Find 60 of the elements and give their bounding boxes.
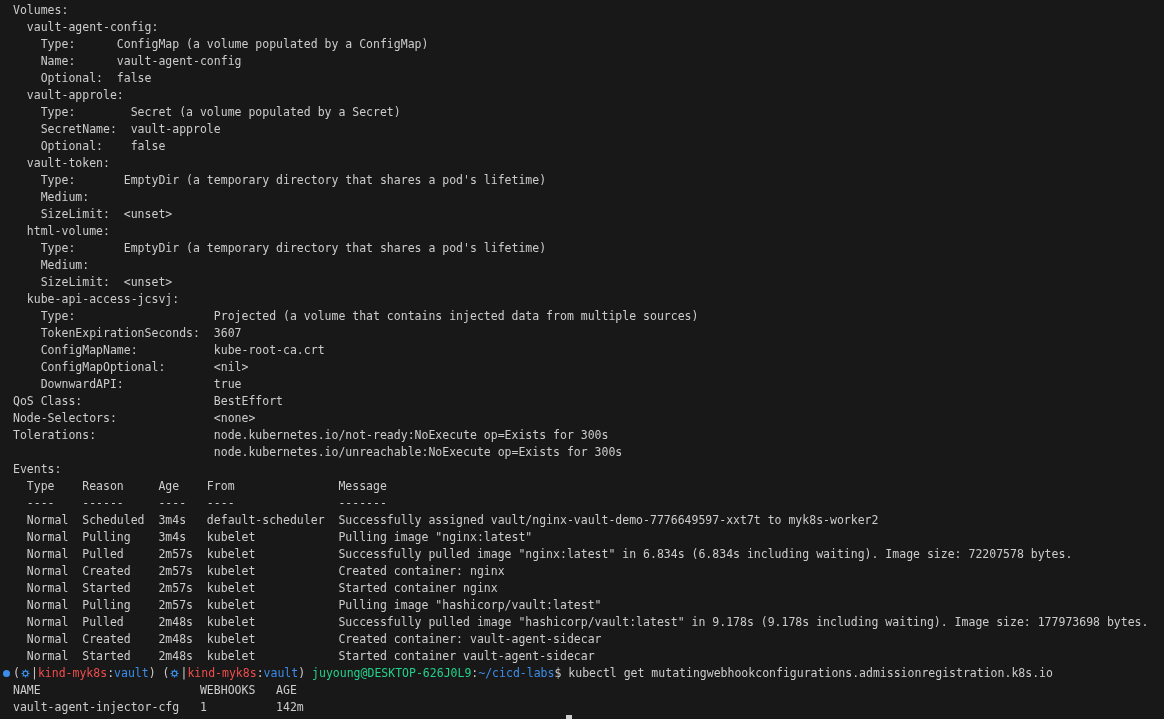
output-line: NAME WEBHOOKS AGE [13,682,298,699]
prompt-text: : [471,666,479,680]
output-line: vault-agent-config: [25,19,160,36]
output-line: Normal Pulling 2m57s kubelet Pulling image "hashicorp/vault:latest" [25,597,603,614]
prompt-text: vault [114,666,149,680]
output-line: Normal Started 2m57s kubelet Started container nginx [25,580,499,597]
output-line: html-volume: [25,223,111,240]
output-line: Type: EmptyDir (a temporary directory that shares a pod's lifetime) [39,240,548,257]
output-line: Node-Selectors: <none> [13,410,257,427]
output-line: Volumes: [13,2,70,19]
output-line: Medium: [39,189,91,206]
prompt-text: | [180,666,188,680]
prompt-text: kind-myk8s [37,666,108,680]
prompt-text: $ kubectl get mutatingwebhookconfigurations.admissionregistration.k8s.io [554,666,1053,680]
status-dot-icon [3,670,10,677]
output-line: ConfigMapName: kube-root-ca.crt [39,342,326,359]
output-line: SizeLimit: <unset> [39,274,174,291]
output-line: SizeLimit: <unset> [39,206,174,223]
output-line: Optional: false [39,70,153,87]
output-line: Type: EmptyDir (a temporary directory that shares a pod's lifetime) [39,172,548,189]
prompt-text: : [256,666,264,680]
output-line: vault-approle: [25,87,125,104]
output-line: Type: Secret (a volume populated by a Secret) [39,104,402,121]
output-line: ---- ------ ---- ---- ------- [25,495,388,512]
output-line: Events: [13,461,63,478]
output-line: Normal Created 2m48s kubelet Created container: vault-agent-sidecar [25,631,603,648]
output-line: ConfigMapOptional: <nil> [39,359,250,376]
prompt-text: ) [298,666,307,680]
prompt-text: | [30,666,38,680]
text-cursor [566,715,572,719]
prompt-text: juyoung@DESKTOP-626J0L9 [312,666,472,680]
output-line: Optional: false [39,138,167,155]
output-line: Name: vault-agent-config [39,53,243,70]
wheel-icon [20,669,30,678]
prompt-text: ( [13,666,20,680]
output-line: DownwardAPI: true [39,376,243,393]
output-line: Normal Pulled 2m48s kubelet Successfully pulled image "hashicorp/vault:latest" in 9.178s (9.178s including waiting). Image size: 177973698 bytes. [25,614,1150,631]
output-line: Normal Pulling 3m4s kubelet Pulling image "nginx:latest" [25,529,534,546]
output-line: Tolerations: node.kubernetes.io/not-ready:NoExecute op=Exists for 300s [13,427,610,444]
output-line: Type Reason Age From Message [25,478,388,495]
output-line: QoS Class: BestEffort [13,393,285,410]
output-line: node.kubernetes.io/unreachable:NoExecute op=Exists for 300s [212,444,624,461]
wheel-icon [170,669,180,678]
output-line: Normal Created 2m57s kubelet Created container: nginx [25,563,506,580]
output-line: Normal Started 2m48s kubelet Started container vault-agent-sidecar [25,648,596,665]
prompt-text: ) ( [148,666,170,680]
output-line: TokenExpirationSeconds: 3607 [39,325,243,342]
output-line: kube-api-access-jcsvj: [25,291,181,308]
output-line: vault-agent-injector-cfg 1 142m [13,699,305,716]
output-line: vault-token: [25,155,111,172]
prompt-text: ~/cicd-labs [478,666,555,680]
output-line: Medium: [39,257,91,274]
output-line: Type: Projected (a volume that contains injected data from multiple sources) [39,308,700,325]
output-line: SecretName: vault-approle [39,121,222,138]
prompt-text: : [107,666,115,680]
prompt-text: vault [263,666,299,680]
output-line: Normal Scheduled 3m4s default-scheduler Successfully assigned vault/nginx-vault-demo-7776649597-xxt7t to myk8s-worker2 [25,512,880,529]
output-line: Normal Pulled 2m57s kubelet Successfully pulled image "nginx:latest" in 6.834s (6.834s including waiting). Image size: 72207578 bytes. [25,546,1074,563]
output-line: Type: ConfigMap (a volume populated by a ConfigMap) [39,36,430,53]
prompt-text: kind-myk8s [187,666,257,680]
